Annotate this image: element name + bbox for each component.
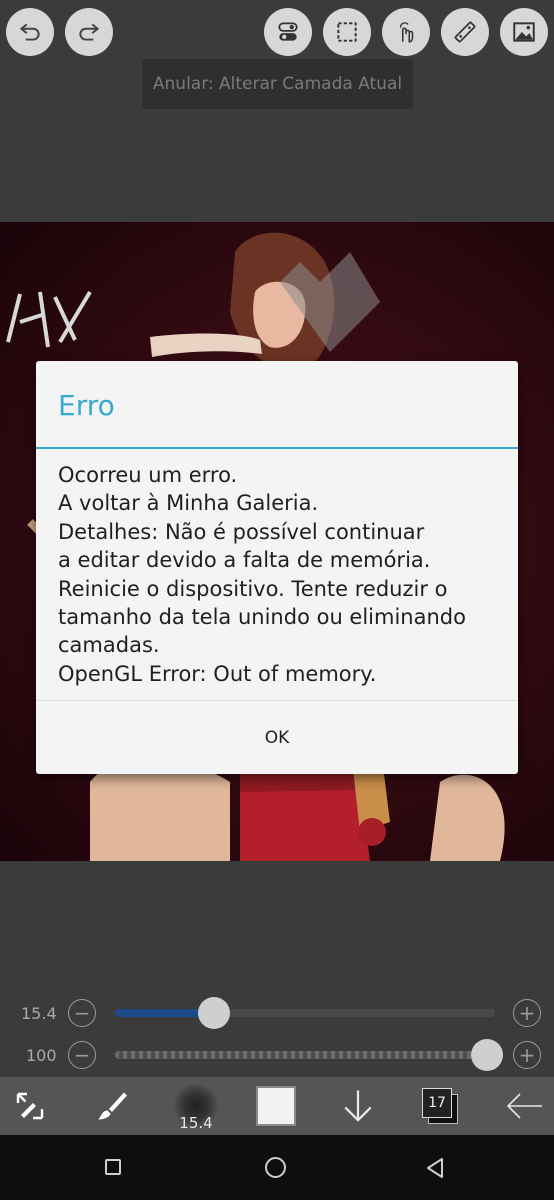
message-line: A voltar à Minha Galeria. bbox=[58, 491, 319, 516]
error-dialog: Erro Ocorreu um erro. A voltar à Minha G… bbox=[36, 361, 518, 774]
brush-icon bbox=[98, 1092, 127, 1120]
left-arrow-icon bbox=[506, 1093, 542, 1119]
dialog-title: Erro bbox=[58, 389, 115, 422]
recents-icon[interactable] bbox=[105, 1159, 121, 1175]
dialog-message: Ocorreu um erro. A voltar à Minha Galeri… bbox=[58, 461, 508, 688]
size-slider-track[interactable] bbox=[115, 1009, 495, 1017]
opacity-slider-thumb[interactable] bbox=[471, 1039, 503, 1071]
brush-size-circle: 15.4 bbox=[174, 1084, 218, 1132]
layers-icon: 17 bbox=[422, 1088, 458, 1124]
message-line: a editar devido a falta de memória. bbox=[58, 548, 431, 573]
color-button[interactable] bbox=[254, 1077, 298, 1135]
size-decrease-button[interactable]: − bbox=[68, 999, 96, 1027]
opacity-decrease-button[interactable]: − bbox=[68, 1041, 96, 1069]
home-icon[interactable] bbox=[265, 1157, 286, 1178]
color-swatch bbox=[256, 1086, 296, 1126]
transform-icon bbox=[16, 1092, 44, 1120]
message-line: Detalhes: Não é possível continuar bbox=[58, 519, 425, 544]
opacity-value: 100 bbox=[26, 1046, 57, 1065]
bottom-toolbar: 15.4 17 bbox=[0, 1077, 554, 1135]
system-back-icon[interactable] bbox=[425, 1157, 445, 1179]
dialog-title-divider bbox=[36, 447, 518, 449]
message-line: OpenGL Error: Out of memory. bbox=[58, 661, 377, 686]
message-line: Ocorreu um erro. bbox=[58, 463, 238, 487]
size-slider-thumb[interactable] bbox=[198, 997, 231, 1029]
download-button[interactable] bbox=[336, 1077, 380, 1135]
back-button[interactable] bbox=[500, 1077, 548, 1135]
brush-size-value: 15.4 bbox=[21, 1004, 57, 1023]
message-line: Reinicie o dispositivo. Tente reduzir o bbox=[58, 576, 448, 601]
brush-size-text: 15.4 bbox=[179, 1114, 213, 1132]
system-navigation-bar bbox=[0, 1135, 554, 1200]
opacity-slider-track[interactable] bbox=[115, 1051, 495, 1059]
brush-size-preview[interactable]: 15.4 bbox=[170, 1077, 222, 1135]
opacity-increase-button[interactable]: + bbox=[513, 1041, 541, 1069]
size-increase-button[interactable]: + bbox=[513, 999, 541, 1027]
size-slider-fill bbox=[115, 1009, 207, 1017]
message-line: camadas. bbox=[58, 633, 160, 658]
layer-count: 17 bbox=[422, 1088, 452, 1118]
transform-tool-button[interactable] bbox=[6, 1077, 54, 1135]
brush-tool-button[interactable] bbox=[88, 1077, 136, 1135]
ok-button[interactable]: OK bbox=[36, 701, 518, 774]
down-arrow-icon bbox=[344, 1090, 372, 1122]
layers-button[interactable]: 17 bbox=[418, 1077, 462, 1135]
message-line: tamanho da tela unindo ou eliminando bbox=[58, 605, 466, 630]
